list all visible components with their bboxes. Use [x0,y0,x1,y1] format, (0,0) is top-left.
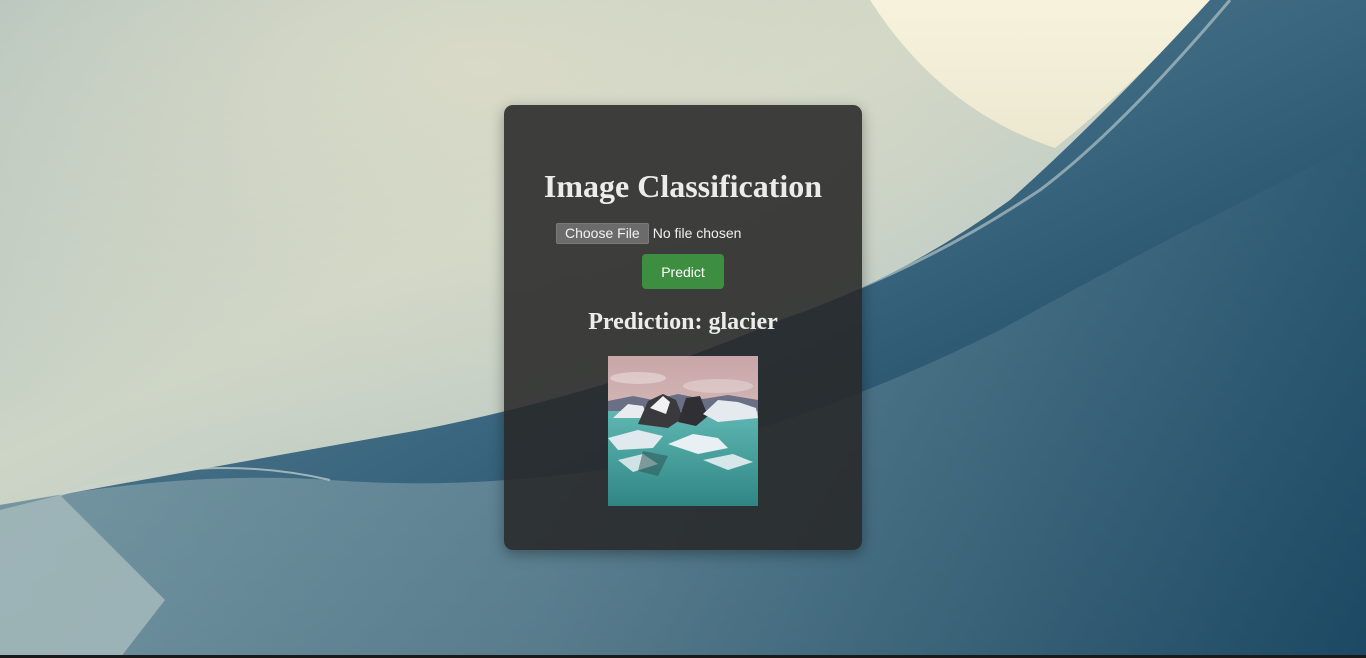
classification-card: Image Classification Choose File No file… [504,105,862,550]
choose-file-button[interactable]: Choose File [556,223,649,244]
file-status-text: No file chosen [652,225,742,241]
predict-button[interactable]: Predict [642,254,724,289]
file-input[interactable]: Choose File No file chosen [556,223,741,244]
page-title: Image Classification [543,168,823,204]
prediction-result: Prediction: glacier [588,309,778,335]
glacier-photo-icon [608,356,758,506]
